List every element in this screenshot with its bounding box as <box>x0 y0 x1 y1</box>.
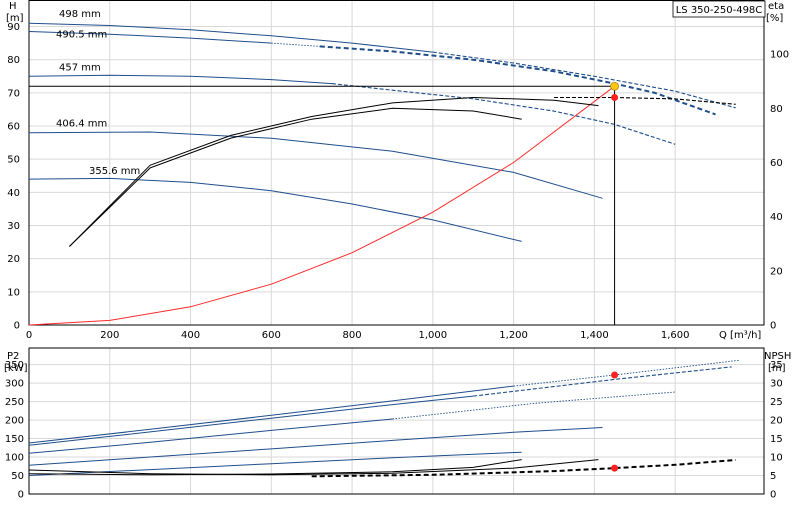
y-right-tick-label: 0 <box>770 490 776 501</box>
y-left-tick-label: 150 <box>5 434 24 445</box>
series-line <box>28 418 393 454</box>
bottom-left-axis-unit: [kW] <box>4 363 28 374</box>
y-left-tick-label: 0 <box>18 490 24 501</box>
duty-point-markers <box>610 81 619 472</box>
y-right-tick-label: 80 <box>770 104 783 115</box>
y-left-tick-label: 200 <box>5 416 24 427</box>
y-left-tick-label: 40 <box>7 188 20 199</box>
y-right-tick-label: 30 <box>770 379 783 390</box>
top-panel-ticks: 0 200 400 600 800 1,000 1,200 1,400 1,6000102030… <box>7 22 789 341</box>
y-left-tick-label: 30 <box>7 221 20 232</box>
y-left-tick-label: 20 <box>7 254 20 265</box>
bottom-right-axis-unit: [m] <box>768 363 786 374</box>
bottom-panel-series <box>28 359 740 478</box>
y-right-tick-label: 10 <box>770 453 783 464</box>
top-right-axis-name: eta <box>768 1 784 12</box>
y-right-tick-label: 20 <box>770 416 783 427</box>
y-left-tick-label: 80 <box>7 55 20 66</box>
series-line <box>28 395 474 446</box>
y-right-tick-label: 20 <box>770 266 783 277</box>
y-left-tick-label: 50 <box>7 155 20 166</box>
duty-point-efficiency-marker <box>611 94 619 101</box>
y-left-tick-label: 250 <box>5 397 24 408</box>
x-tick-label: 0 <box>26 330 32 341</box>
y-right-tick-label: 15 <box>770 434 783 445</box>
top-right-axis-unit: [%] <box>766 13 783 24</box>
impeller-diameter-label: 498 mm <box>59 9 101 20</box>
series-line <box>28 74 332 85</box>
impeller-diameter-label: 457 mm <box>59 62 101 73</box>
bottom-panel-grid <box>29 348 764 494</box>
impeller-diameter-label: 406.4 mm <box>56 119 107 130</box>
y-right-tick-label: 40 <box>770 212 783 223</box>
y-right-tick-label: 5 <box>770 471 776 482</box>
bottom-left-axis-name: P2 <box>7 351 19 362</box>
y-left-tick-label: 70 <box>7 88 20 99</box>
series-line <box>271 42 320 47</box>
top-panel-grid <box>29 0 764 325</box>
x-tick-label: 1,200 <box>499 330 528 341</box>
model-label: LS 350-250-498C <box>676 5 763 16</box>
series-line <box>473 366 732 397</box>
x-tick-label: 1,400 <box>580 330 609 341</box>
bottom-right-axis-name: NPSH <box>764 351 791 362</box>
duty-point-power-marker <box>611 371 619 379</box>
series-line <box>28 177 522 242</box>
y-right-tick-label: 100 <box>770 50 789 61</box>
top-left-axis-unit: [m] <box>6 13 24 24</box>
x-tick-label: 800 <box>343 330 362 341</box>
y-left-tick-label: 300 <box>5 379 24 390</box>
y-right-tick-label: 60 <box>770 158 783 169</box>
series-line <box>319 45 716 116</box>
impeller-diameter-label: 490.5 mm <box>56 30 107 41</box>
y-left-tick-label: 100 <box>5 453 24 464</box>
top-left-axis-name: H <box>9 1 17 12</box>
x-tick-label: 1,000 <box>419 330 448 341</box>
duty-point-npsh-marker <box>611 464 619 472</box>
duty-point-head-marker <box>610 81 619 91</box>
x-tick-label: 400 <box>181 330 200 341</box>
y-left-tick-label: 0 <box>14 321 20 332</box>
x-tick-label: 1,600 <box>661 330 690 341</box>
x-tick-label: 200 <box>100 330 119 341</box>
x-axis-title: Q [m³/h] <box>719 330 761 341</box>
y-right-tick-label: 0 <box>770 321 776 332</box>
series-line <box>513 359 740 387</box>
y-left-tick-label: 60 <box>7 122 20 133</box>
bottom-panel-frame <box>28 347 765 495</box>
y-right-tick-label: 25 <box>770 397 783 408</box>
impeller-diameter-label: 355.6 mm <box>89 166 140 177</box>
bottom-panel-ticks: 05010015020025030035005101520253035 <box>5 360 783 500</box>
pump-performance-chart: 0 200 400 600 800 1,000 1,200 1,400 1,6000102030… <box>4 0 791 501</box>
series-line <box>28 85 615 326</box>
y-left-tick-label: 50 <box>11 471 24 482</box>
y-left-tick-label: 10 <box>7 287 20 298</box>
series-line <box>69 97 599 247</box>
top-panel-frame <box>28 0 765 326</box>
x-tick-label: 600 <box>262 330 281 341</box>
